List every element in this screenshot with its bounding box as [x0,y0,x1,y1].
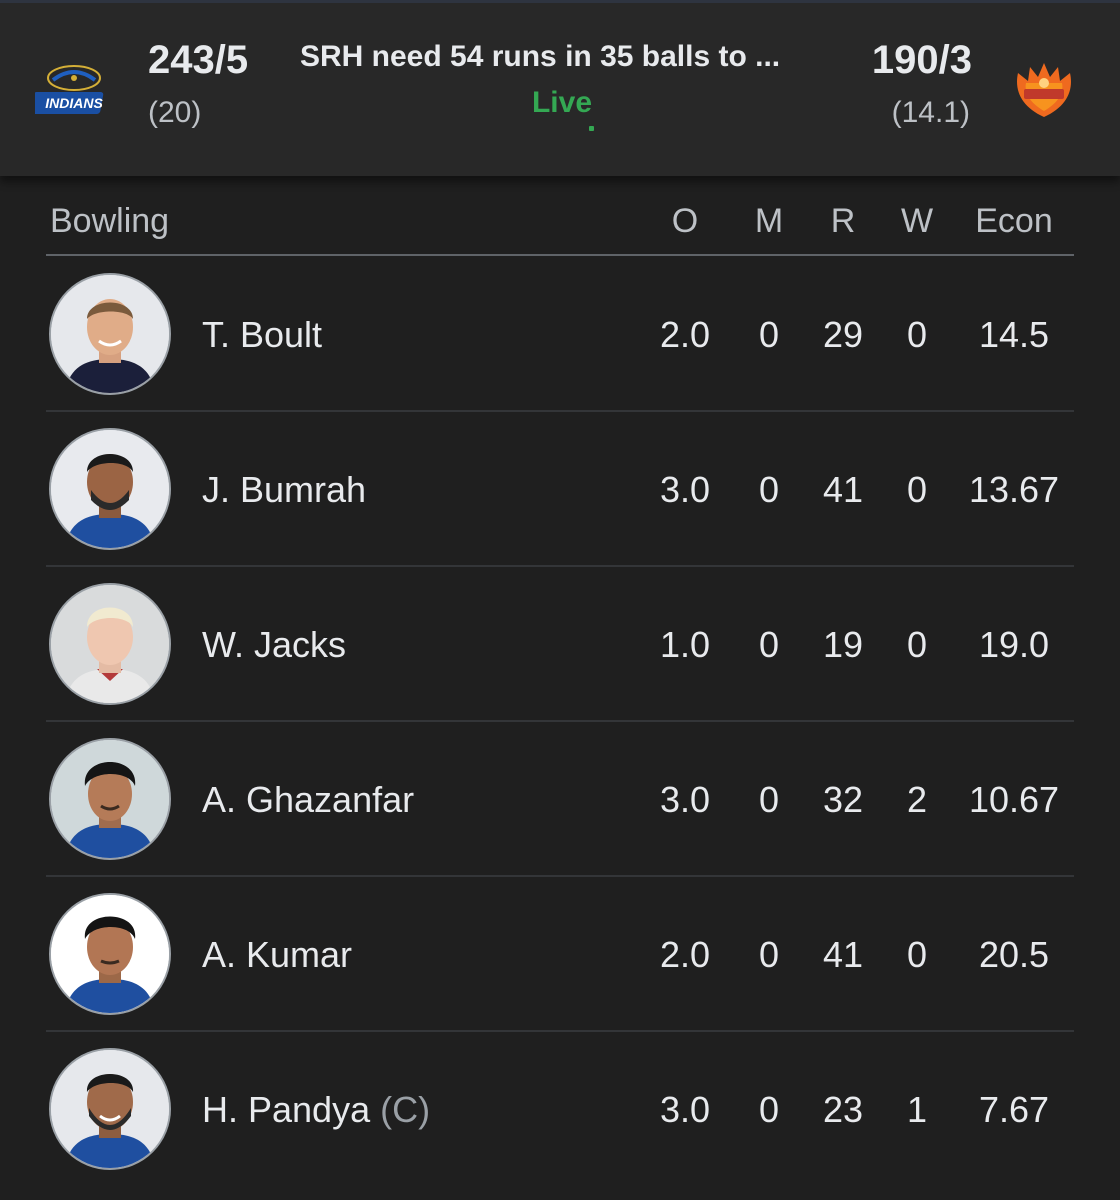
person-portrait-icon [51,740,169,858]
overs-value: 3.0 [659,469,711,510]
runs-value: 41 [822,934,864,975]
column-overs: O [671,202,699,240]
bowling-title: Bowling [50,202,170,240]
wickets-value: 0 [906,469,928,510]
maidens-value: 0 [758,624,780,665]
maidens-value: 0 [758,314,780,355]
bowler-name: A. Ghazanfar [202,779,415,820]
bowler-name: A. Kumar [202,934,353,975]
live-indicator: Live [531,86,593,119]
away-team-score: 190/3 [871,38,972,82]
bowler-row[interactable]: W. Jacks 1.0 0 19 0 19.0 [46,566,1074,722]
home-team-score: 243/5 [148,38,249,82]
column-maidens: M [754,202,784,240]
maidens-value: 0 [758,779,780,820]
player-avatar [49,273,171,395]
runs-value: 32 [822,779,864,820]
live-dot [589,126,594,131]
runs-value: 41 [822,469,864,510]
svg-text:INDIANS: INDIANS [45,95,103,111]
maidens-value: 0 [758,934,780,975]
economy-value: 13.67 [968,469,1060,510]
bowler-row[interactable]: T. Boult 2.0 0 29 0 14.5 [46,256,1074,412]
home-team-overs: (20) [148,96,202,129]
overs-value: 1.0 [659,624,711,665]
person-portrait-icon [51,895,169,1013]
mumbai-indians-logo: INDIANS [34,52,114,132]
column-runs: R [830,202,856,240]
person-portrait-icon [51,1050,169,1168]
overs-value: 2.0 [659,314,711,355]
player-avatar [49,893,171,1015]
overs-value: 3.0 [659,779,711,820]
runs-value: 23 [822,1089,864,1130]
wickets-value: 2 [906,779,928,820]
wickets-value: 0 [906,624,928,665]
wickets-value: 1 [906,1089,928,1130]
match-score-header[interactable]: INDIANS 243/5 (20) SRH need 54 runs in 3… [0,0,1120,176]
economy-value: 10.67 [968,779,1060,820]
maidens-value: 0 [758,1089,780,1130]
wickets-value: 0 [906,934,928,975]
bowling-table-header: Bowling O M R W Econ [46,196,1074,256]
overs-value: 2.0 [659,934,711,975]
runs-value: 29 [822,314,864,355]
person-portrait-icon [51,430,169,548]
bowler-name: T. Boult [202,314,323,355]
player-avatar [49,428,171,550]
player-avatar [49,738,171,860]
economy-value: 14.5 [978,314,1050,355]
person-portrait-icon [51,275,169,393]
header-top-divider [0,0,1120,3]
bowler-row[interactable]: H. Pandya (C) 3.0 0 23 1 7.67 [46,1031,1074,1185]
economy-value: 7.67 [978,1089,1050,1130]
captain-badge: (C) [380,1089,431,1130]
economy-value: 20.5 [978,934,1050,975]
person-portrait-icon [51,585,169,703]
player-avatar [49,1048,171,1170]
wickets-value: 0 [906,314,928,355]
match-status-text: SRH need 54 runs in 35 balls to ... [300,40,781,73]
sunrisers-hyderabad-logo [1004,52,1084,132]
economy-value: 19.0 [978,624,1050,665]
runs-value: 19 [822,624,864,665]
maidens-value: 0 [758,469,780,510]
bowler-name: J. Bumrah [202,469,367,510]
bowler-row[interactable]: A. Ghazanfar 3.0 0 32 2 10.67 [46,721,1074,877]
bowler-row[interactable]: A. Kumar 2.0 0 41 0 20.5 [46,876,1074,1032]
column-economy: Econ [975,202,1053,240]
bowler-name: W. Jacks [202,624,347,665]
overs-value: 3.0 [659,1089,711,1130]
column-wickets: W [900,202,934,240]
bowler-row[interactable]: J. Bumrah 3.0 0 41 0 13.67 [46,411,1074,567]
player-avatar [49,583,171,705]
bowler-name: H. Pandya (C) [202,1089,431,1130]
away-team-overs: (14.1) [891,96,970,129]
